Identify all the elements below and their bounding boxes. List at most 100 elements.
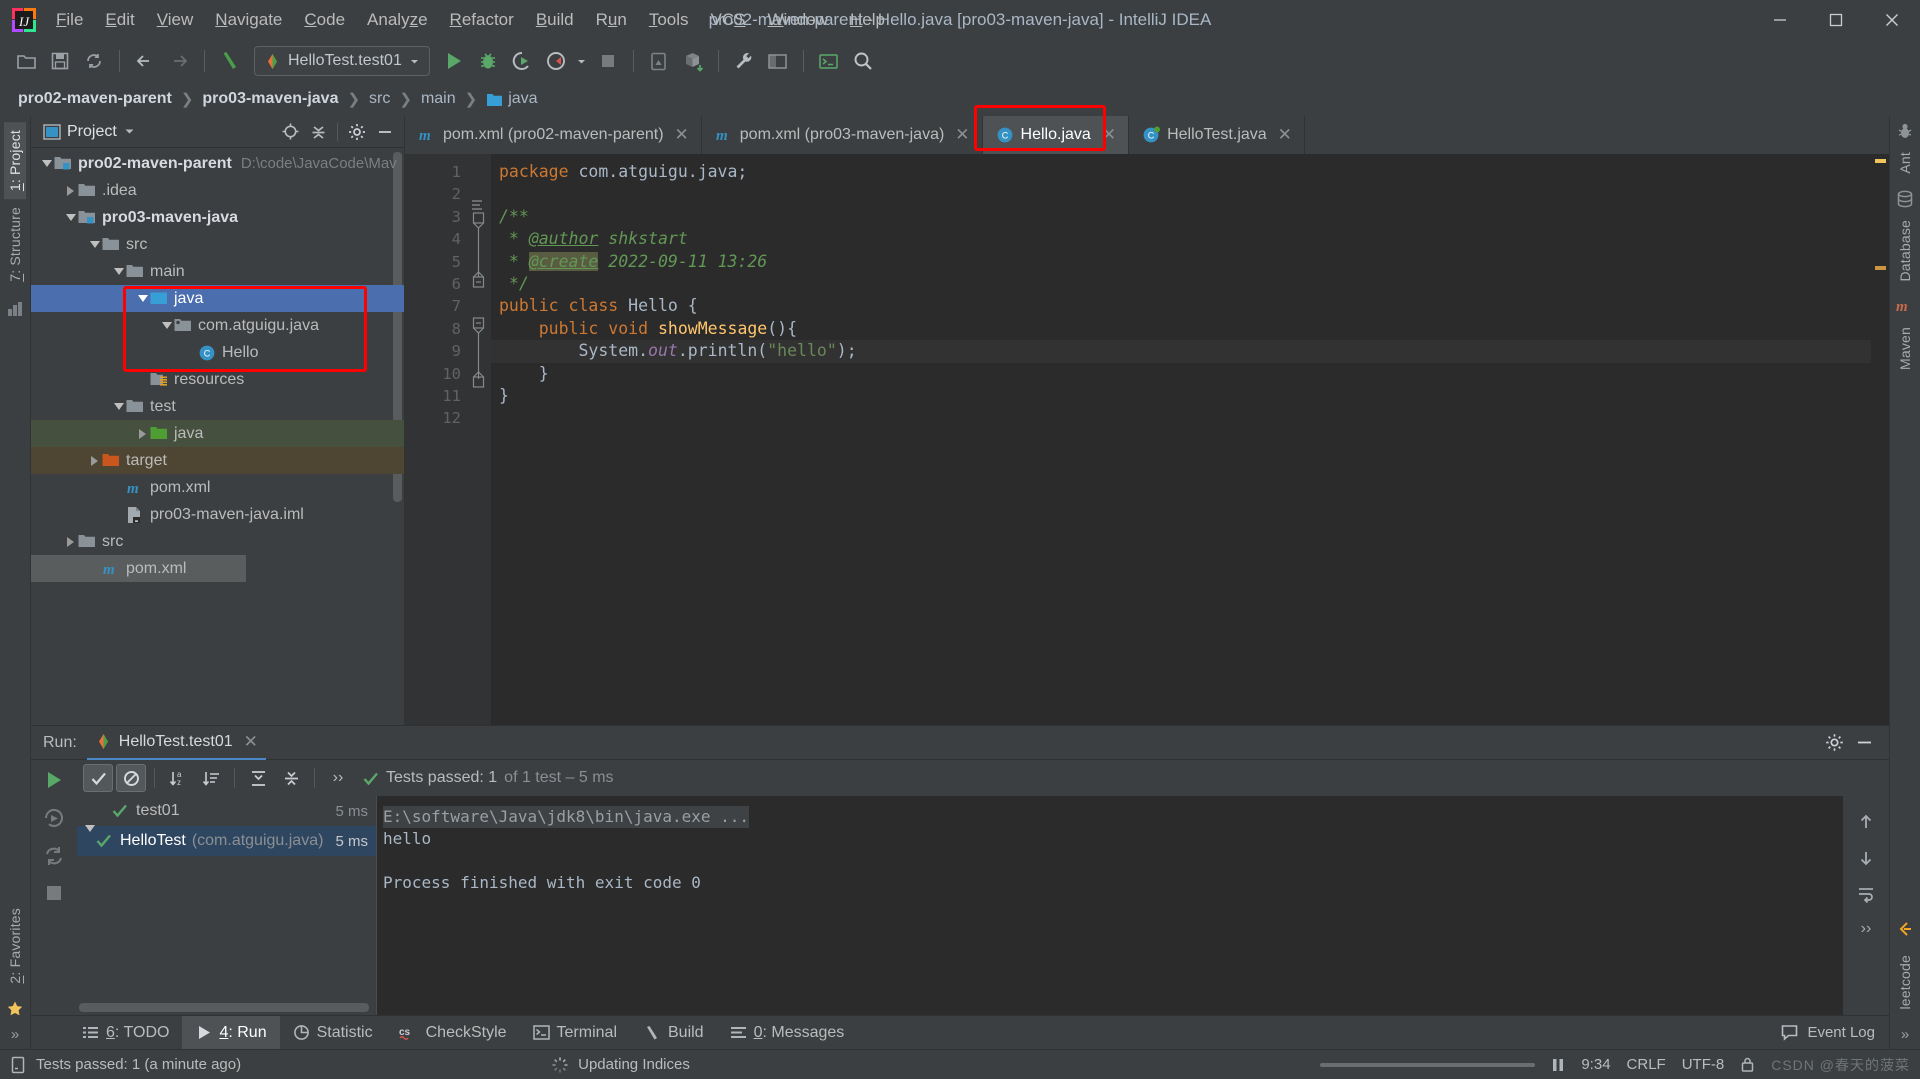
chevron-right-icon[interactable] (63, 534, 78, 549)
show-passed-tests-icon[interactable] (83, 764, 113, 792)
test-tree-scrollbar[interactable] (79, 1003, 369, 1012)
bottom-tab-6--todo[interactable]: 6: TODO (69, 1016, 182, 1049)
tree-node-src[interactable]: src (31, 231, 404, 258)
menu-code[interactable]: Code (293, 6, 356, 34)
run-tab-hellotest[interactable]: HelloTest.test01 ✕ (86, 726, 266, 760)
scroll-up-icon[interactable] (1856, 812, 1876, 832)
chevron-down-icon[interactable] (111, 399, 126, 414)
forward-arrow-icon[interactable] (163, 45, 195, 77)
tree-node-main[interactable]: main (31, 258, 404, 285)
tree-node-pom-xml[interactable]: m pom.xml (31, 474, 404, 501)
ant-icon[interactable] (1896, 122, 1914, 140)
profiler-icon[interactable] (540, 45, 572, 77)
background-task[interactable]: Updating Indices (551, 1056, 690, 1074)
tree-node-hello[interactable]: C Hello (31, 339, 404, 366)
run-with-coverage-icon[interactable] (506, 45, 538, 77)
terminal-icon[interactable] (813, 45, 845, 77)
menu-file[interactable]: File (45, 6, 94, 34)
code-content[interactable]: package com.atguigu.java; /** * @author … (491, 154, 1871, 725)
menu-tools[interactable]: Tools (638, 6, 700, 34)
chevron-down-icon[interactable] (159, 318, 174, 333)
close-icon[interactable]: ✕ (675, 125, 689, 145)
avd-manager-icon[interactable] (643, 45, 675, 77)
tree-node-pro02-maven-parent[interactable]: pro02-maven-parent D:\code\JavaCode\Mav (31, 150, 404, 177)
bottom-tab-0--messages[interactable]: 0: Messages (717, 1016, 858, 1049)
close-icon[interactable]: ✕ (955, 125, 969, 145)
tree-node-test[interactable]: test (31, 393, 404, 420)
tree-node-pro03-maven-java-iml[interactable]: pro03-maven-java.iml (31, 501, 404, 528)
sidebar-tab-favorites[interactable]: 2: Favorites (4, 900, 26, 992)
toggle-auto-test-icon[interactable] (42, 844, 66, 868)
favorites-star-icon[interactable] (6, 1000, 24, 1018)
menu-run[interactable]: Run (585, 6, 638, 34)
more-icon[interactable]: ›› (1861, 920, 1872, 938)
gear-icon[interactable] (1821, 730, 1847, 756)
chevron-down-icon[interactable] (111, 264, 126, 279)
chevron-down-icon[interactable] (63, 210, 78, 225)
notification-icon[interactable] (10, 1056, 26, 1074)
sidebar-tab-database[interactable]: Database (1894, 212, 1916, 290)
chevron-down-icon[interactable] (85, 825, 95, 850)
build-hammer-icon[interactable] (214, 45, 246, 77)
bottom-tab-4--run[interactable]: 4: Run (182, 1016, 280, 1049)
save-icon[interactable] (44, 45, 76, 77)
rerun-icon[interactable] (42, 768, 66, 792)
code-editor[interactable]: 1 2 3 4 5 6 7 8 9 10 11 12 package com.a… (405, 154, 1889, 725)
tree-node-src[interactable]: src (31, 528, 404, 555)
pause-icon[interactable] (1551, 1057, 1565, 1073)
maven-icon[interactable]: m (1895, 297, 1915, 315)
read-only-lock-icon[interactable] (1740, 1056, 1755, 1073)
chevron-right-icon[interactable] (135, 426, 150, 441)
editor-tab-hellotest-java[interactable]: C HelloTest.java ✕ (1129, 116, 1305, 154)
bottom-tab-build[interactable]: Build (630, 1016, 717, 1049)
menu-vcs[interactable]: VCS (700, 6, 757, 34)
breadcrumb-item-0[interactable]: pro02-maven-parent (14, 88, 176, 110)
sync-icon[interactable] (78, 45, 110, 77)
hide-icon[interactable] (1851, 730, 1877, 756)
run-icon[interactable] (438, 45, 470, 77)
more-chevrons-icon[interactable]: » (11, 1026, 19, 1043)
test-tree-node-test01[interactable]: test01 5 ms (77, 796, 376, 826)
more-icon[interactable]: ›› (323, 764, 353, 792)
soft-wrap-icon[interactable] (1856, 884, 1876, 904)
menu-edit[interactable]: Edit (94, 6, 145, 34)
event-log-area[interactable]: Event Log (1780, 1016, 1889, 1049)
profiler-dropdown-icon[interactable] (574, 45, 590, 77)
menu-view[interactable]: View (146, 6, 205, 34)
breadcrumb-item-1[interactable]: pro03-maven-java (198, 88, 342, 110)
chevron-down-icon[interactable] (87, 237, 102, 252)
chevron-down-icon[interactable] (39, 156, 54, 171)
tree-node-pom-xml[interactable]: m pom.xml (31, 555, 246, 582)
test-tree[interactable]: test01 5 ms HelloTest (com.atguigu.java) 5 m… (77, 796, 377, 1015)
bottom-tab-checkstyle[interactable]: cs CheckStyle (386, 1016, 520, 1049)
bottom-tab-terminal[interactable]: Terminal (520, 1016, 630, 1049)
database-icon[interactable] (1896, 190, 1914, 208)
project-structure-icon[interactable] (762, 45, 794, 77)
status-encoding[interactable]: UTF-8 (1682, 1056, 1725, 1073)
more-chevrons-icon[interactable]: » (1901, 1026, 1909, 1043)
menu-help[interactable]: Help (839, 6, 896, 34)
debug-icon[interactable] (472, 45, 504, 77)
tree-node-resources[interactable]: resources (31, 366, 404, 393)
memory-progress-bar[interactable] (1320, 1062, 1536, 1067)
maximize-button[interactable] (1808, 0, 1864, 40)
scroll-down-icon[interactable] (1856, 848, 1876, 868)
editor-tab-pom-xml--pro02-maven-parent-[interactable]: m pom.xml (pro02-maven-parent) ✕ (405, 116, 702, 154)
sort-alphabetically-icon[interactable]: az (163, 764, 193, 792)
error-stripe-marker-bar[interactable] (1871, 154, 1889, 725)
menu-window[interactable]: Window (757, 6, 839, 34)
breadcrumb-item-4[interactable]: java (482, 88, 541, 110)
show-ignored-tests-icon[interactable] (116, 764, 146, 792)
tree-node-target[interactable]: target (31, 447, 404, 474)
expand-all-icon[interactable] (243, 764, 273, 792)
search-everywhere-icon[interactable] (847, 45, 879, 77)
code-folding-column[interactable] (469, 154, 491, 725)
chevron-right-icon[interactable] (87, 453, 102, 468)
editor-tab-pom-xml--pro03-maven-java-[interactable]: m pom.xml (pro03-maven-java) ✕ (702, 116, 983, 154)
chevron-down-icon[interactable] (123, 125, 136, 138)
tree-node--idea[interactable]: .idea (31, 177, 404, 204)
close-icon[interactable]: ✕ (1102, 125, 1116, 145)
status-line-separator[interactable]: CRLF (1627, 1056, 1666, 1073)
menu-refactor[interactable]: Refactor (439, 6, 525, 34)
menu-navigate[interactable]: Navigate (204, 6, 293, 34)
